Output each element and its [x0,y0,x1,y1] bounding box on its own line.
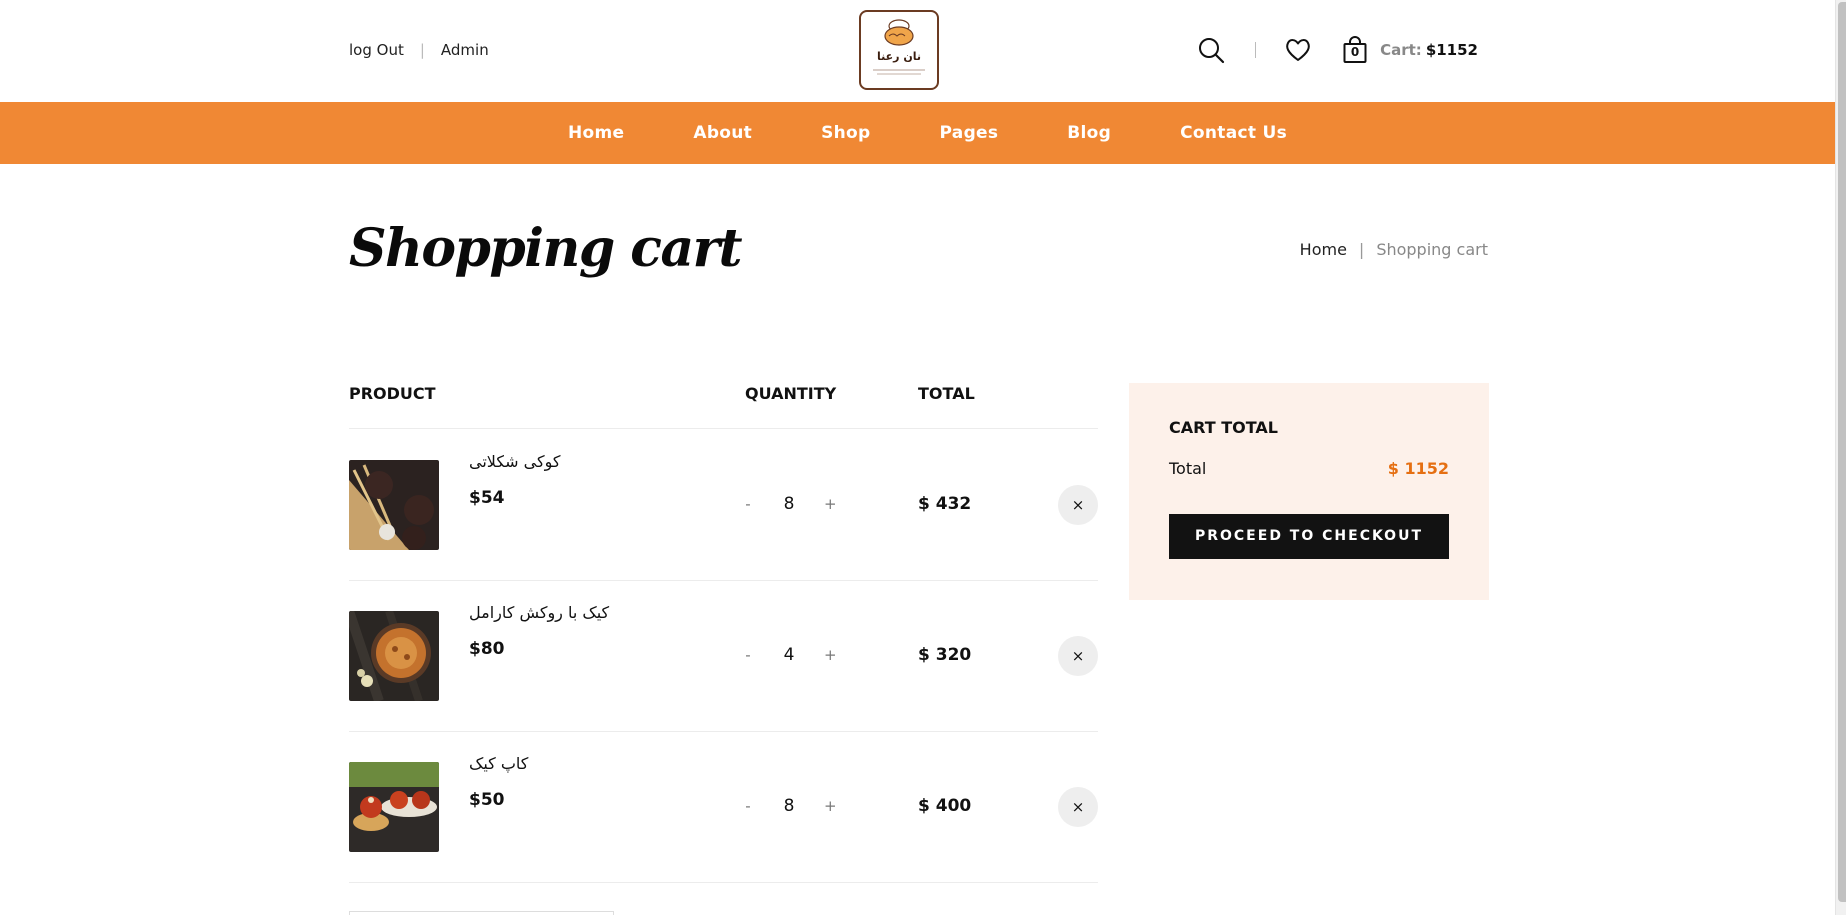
page-title: Shopping cart [349,218,743,279]
nav-contact[interactable]: Contact Us [1180,123,1287,143]
remove-item-button[interactable]: × [1058,485,1098,525]
increase-quantity-button[interactable]: + [824,646,837,664]
product-price: $50 [469,790,505,810]
cart-row: کوکی شکلاتی $54 - 8 + $ 432 × [349,430,1098,580]
quantity-stepper: - 8 + [742,494,836,514]
quantity-value[interactable]: 8 [754,796,824,816]
proceed-to-checkout-button[interactable]: PROCEED TO CHECKOUT [1169,514,1449,559]
nav-blog[interactable]: Blog [1067,123,1111,143]
breadcrumb-separator: | [1358,240,1365,259]
nav-pages[interactable]: Pages [940,123,999,143]
account-links: log Out | Admin [349,41,489,59]
increase-quantity-button[interactable]: + [824,495,837,513]
divider: | [419,41,425,59]
nav-list: Home About Shop Pages Blog Contact Us [568,102,1287,164]
table-divider [349,882,1098,883]
product-image[interactable] [349,460,439,550]
logo-text: نان رعنا [877,50,921,63]
breadcrumb-current: Shopping cart [1376,240,1488,259]
divider [1255,42,1257,58]
quantity-value[interactable]: 8 [754,494,824,514]
heart-icon[interactable] [1284,36,1312,64]
site-logo[interactable]: نان رعنا [859,10,939,90]
decrease-quantity-button[interactable]: - [742,797,754,815]
column-header-total: TOTAL [918,384,975,403]
quantity-stepper: - 8 + [742,796,836,816]
cart-row: کیک با روکش کارامل $80 - 4 + $ 320 × [349,581,1098,731]
total-label: Total [1169,459,1207,478]
total-value: $ 1152 [1387,459,1449,478]
line-total: $ 400 [918,796,972,816]
remove-item-button[interactable]: × [1058,636,1098,676]
nav-home[interactable]: Home [568,123,624,143]
nav-about[interactable]: About [693,123,752,143]
shopping-bag-icon[interactable]: 0 [1342,36,1370,64]
decrease-quantity-button[interactable]: - [742,646,754,664]
column-header-product: PRODUCT [349,384,436,403]
scrollbar-thumb[interactable] [1838,2,1846,902]
column-header-quantity: QUANTITY [745,384,837,403]
breadcrumb: Home | Shopping cart [1300,240,1488,259]
main-nav: Home About Shop Pages Blog Contact Us [0,102,1836,164]
cart-amount: $1152 [1425,41,1478,59]
quantity-value[interactable]: 4 [754,645,824,665]
product-name[interactable]: کوکی شکلاتی [469,452,561,471]
cart-total-panel: CART TOTAL Total $ 1152 PROCEED TO CHECK… [1129,383,1489,600]
breadcrumb-home[interactable]: Home [1300,240,1347,259]
line-total: $ 320 [918,645,972,665]
product-price: $80 [469,639,505,659]
admin-link[interactable]: Admin [441,41,489,59]
cart-row: کاپ کیک $50 - 8 + $ 400 × [349,732,1098,882]
page-scrollbar[interactable] [1835,0,1846,915]
increase-quantity-button[interactable]: + [824,797,837,815]
bakery-logo-image: نان رعنا [873,19,925,75]
remove-item-button[interactable]: × [1058,787,1098,827]
decrease-quantity-button[interactable]: - [742,495,754,513]
logout-link[interactable]: log Out [349,41,404,59]
product-name[interactable]: کاپ کیک [469,754,528,773]
table-divider [349,428,1098,429]
line-total: $ 432 [918,494,972,514]
product-image[interactable] [349,611,439,701]
cart-label: Cart: [1380,41,1422,59]
cart-total-title: CART TOTAL [1169,418,1278,437]
search-icon[interactable] [1197,36,1225,64]
quantity-stepper: - 4 + [742,645,836,665]
cart-count: 0 [1350,45,1360,59]
product-image[interactable] [349,762,439,852]
nav-shop[interactable]: Shop [821,123,870,143]
product-price: $54 [469,488,505,508]
site-header: log Out | Admin نان رعنا 0 Cart: $1152 [0,0,1836,102]
cart-summary[interactable]: 0 Cart: $1152 [1342,36,1478,64]
coupon-input-partial[interactable] [349,911,614,915]
product-name[interactable]: کیک با روکش کارامل [469,603,609,622]
header-tools: 0 Cart: $1152 [1197,36,1478,64]
